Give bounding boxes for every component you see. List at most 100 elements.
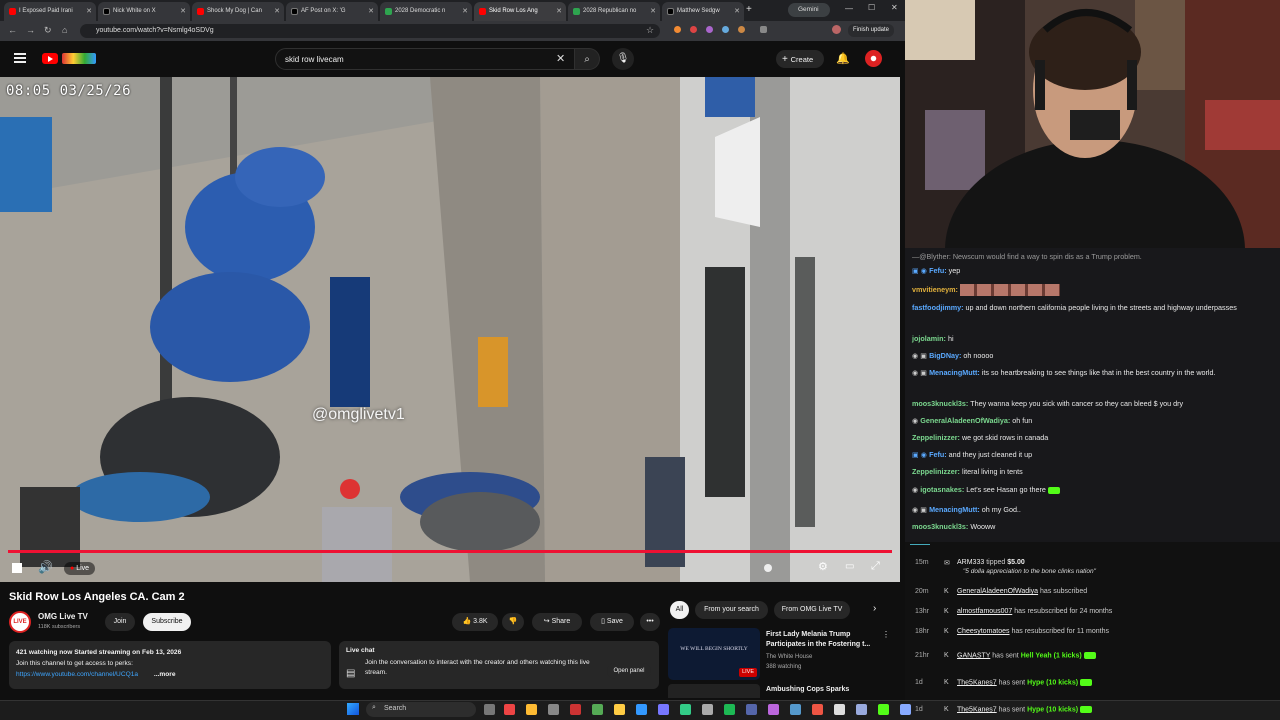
chat-username[interactable]: moos3knuckl3s:: [912, 522, 968, 531]
event-user[interactable]: GANASTY: [957, 652, 990, 659]
close-icon[interactable]: ✕: [734, 7, 740, 15]
video-player[interactable]: [0, 77, 900, 582]
app-icon[interactable]: [658, 704, 669, 715]
close-icon[interactable]: ✕: [650, 7, 656, 15]
windows-start-icon[interactable]: [347, 703, 359, 715]
suggestion-thumbnail[interactable]: [668, 684, 760, 698]
extension-icon[interactable]: [722, 26, 729, 33]
chip-from-your-search[interactable]: From your search: [695, 601, 768, 619]
app-icon[interactable]: [702, 704, 713, 715]
channel-name[interactable]: OMG Live TV: [38, 612, 88, 621]
event-user[interactable]: Cheesytomatoes: [957, 628, 1010, 635]
event-user[interactable]: The5Kanes7: [957, 679, 997, 686]
youtube-logo[interactable]: [42, 53, 58, 64]
chevron-right-icon[interactable]: ›: [873, 603, 876, 614]
miniplayer-icon[interactable]: ▭: [845, 561, 854, 572]
description-more[interactable]: ...more: [154, 671, 176, 678]
settings-gear-icon[interactable]: ⚙: [818, 560, 828, 573]
extension-icon[interactable]: [706, 26, 713, 33]
youtube-doodle-logo[interactable]: [62, 53, 96, 64]
browser-tab[interactable]: AF Post on X: 'G ✕: [286, 2, 378, 21]
chat-username[interactable]: BigDNay:: [929, 351, 961, 360]
close-icon[interactable]: ✕: [180, 7, 186, 15]
app-icon[interactable]: [680, 704, 691, 715]
back-icon[interactable]: ←: [8, 25, 17, 35]
suggestion-title[interactable]: Ambushing Cops Sparks: [766, 686, 849, 693]
app-icon[interactable]: [636, 704, 647, 715]
app-icon[interactable]: [768, 704, 779, 715]
chat-username[interactable]: MenacingMutt:: [929, 368, 980, 377]
description-link[interactable]: https://www.youtube.com/channel/UCQ1a: [16, 671, 138, 678]
app-icon[interactable]: [900, 704, 911, 715]
chat-username[interactable]: Zeppelinizzer:: [912, 433, 960, 442]
chip-all[interactable]: All: [670, 601, 689, 619]
profile-avatar[interactable]: [832, 25, 841, 34]
app-icon[interactable]: [592, 704, 603, 715]
suggestion-thumbnail[interactable]: WE WILL BEGIN SHORTLY LIVE: [668, 628, 760, 680]
close-icon[interactable]: ✕: [86, 7, 92, 15]
channel-avatar[interactable]: LIVE: [9, 611, 31, 633]
event-user[interactable]: The5Kanes7: [957, 706, 997, 713]
save-button[interactable]: ▯ Save: [590, 613, 634, 631]
forward-icon[interactable]: →: [26, 25, 35, 35]
search-input[interactable]: skid row livecam: [275, 48, 575, 70]
app-icon[interactable]: [856, 704, 867, 715]
chat-username[interactable]: Fefu:: [929, 450, 947, 459]
browser-tab[interactable]: I Exposed Paid Irani ✕: [4, 2, 96, 21]
chat-username[interactable]: Zeppelinizzer:: [912, 467, 960, 476]
volume-icon[interactable]: 🔊: [38, 560, 53, 574]
event-user[interactable]: ARM333: [957, 559, 984, 566]
chat-username[interactable]: igotasnakes:: [920, 485, 964, 494]
suggestion-channel[interactable]: The White House: [766, 654, 812, 660]
browser-tab[interactable]: 2028 Republican no ✕: [568, 2, 660, 21]
chat-username[interactable]: jojolamin:: [912, 334, 946, 343]
extension-icon[interactable]: [738, 26, 745, 33]
clear-search-icon[interactable]: ✕: [556, 52, 565, 65]
url-bar[interactable]: youtube.com/watch?v=Nsmlg4oSDVg: [80, 24, 660, 38]
more-vert-icon[interactable]: ⋮: [882, 630, 890, 639]
like-button[interactable]: 👍 3.8K: [452, 613, 498, 631]
more-actions-button[interactable]: •••: [640, 613, 660, 631]
chat-username[interactable]: vmvitieneym:: [912, 285, 958, 294]
chat-username[interactable]: moos3knuckl3s:: [912, 399, 968, 408]
suggestion-title[interactable]: First Lady Melania Trump Participates in…: [766, 630, 878, 650]
close-window-icon[interactable]: ✕: [891, 3, 898, 12]
app-icon[interactable]: [570, 704, 581, 715]
reload-icon[interactable]: ↻: [44, 25, 52, 36]
menu-icon[interactable]: [14, 53, 26, 63]
close-icon[interactable]: ✕: [274, 7, 280, 15]
open-panel-button[interactable]: Open panel: [607, 663, 651, 679]
app-icon[interactable]: [548, 704, 559, 715]
spotify-icon[interactable]: [724, 704, 735, 715]
dislike-button[interactable]: 👎: [502, 613, 524, 631]
chat-username[interactable]: fastfoodjimmy:: [912, 303, 964, 312]
extension-icon[interactable]: [674, 26, 681, 33]
browser-tab[interactable]: 2028 Democratic n ✕: [380, 2, 472, 21]
chip-from-channel[interactable]: From OMG Live TV: [774, 601, 850, 619]
extensions-puzzle-icon[interactable]: [760, 26, 767, 33]
live-badge[interactable]: ● Live: [64, 562, 96, 575]
home-icon[interactable]: ⌂: [62, 25, 67, 35]
chat-username[interactable]: GeneralAladeenOfWadiya:: [920, 416, 1010, 425]
search-button[interactable]: ⌕: [575, 48, 600, 70]
subscribe-button[interactable]: Subscribe: [143, 613, 191, 631]
account-avatar[interactable]: [865, 50, 882, 67]
browser-tab[interactable]: Matthew Sedgw ✕: [662, 2, 744, 21]
event-user[interactable]: almostfamous007: [957, 608, 1012, 615]
autoplay-toggle-icon[interactable]: [764, 564, 772, 572]
share-button[interactable]: ↪ Share: [532, 613, 582, 631]
close-icon[interactable]: ✕: [368, 7, 374, 15]
gemini-button[interactable]: Gemini: [788, 3, 830, 17]
app-icon[interactable]: [504, 704, 515, 715]
maximize-icon[interactable]: ☐: [868, 3, 875, 12]
chrome-icon[interactable]: [526, 704, 537, 715]
app-icon[interactable]: [812, 704, 823, 715]
chat-username[interactable]: Fefu:: [929, 266, 947, 275]
bookmark-star-icon[interactable]: ☆: [646, 25, 654, 36]
event-user[interactable]: GeneralAladeenOfWadiya: [957, 588, 1038, 595]
browser-tab[interactable]: Shock My Dog | Can ✕: [192, 2, 284, 21]
chat-username[interactable]: MenacingMutt:: [929, 505, 980, 514]
taskbar-search[interactable]: ⌕ Search: [366, 702, 476, 717]
join-button[interactable]: Join: [105, 613, 135, 631]
file-explorer-icon[interactable]: [614, 704, 625, 715]
